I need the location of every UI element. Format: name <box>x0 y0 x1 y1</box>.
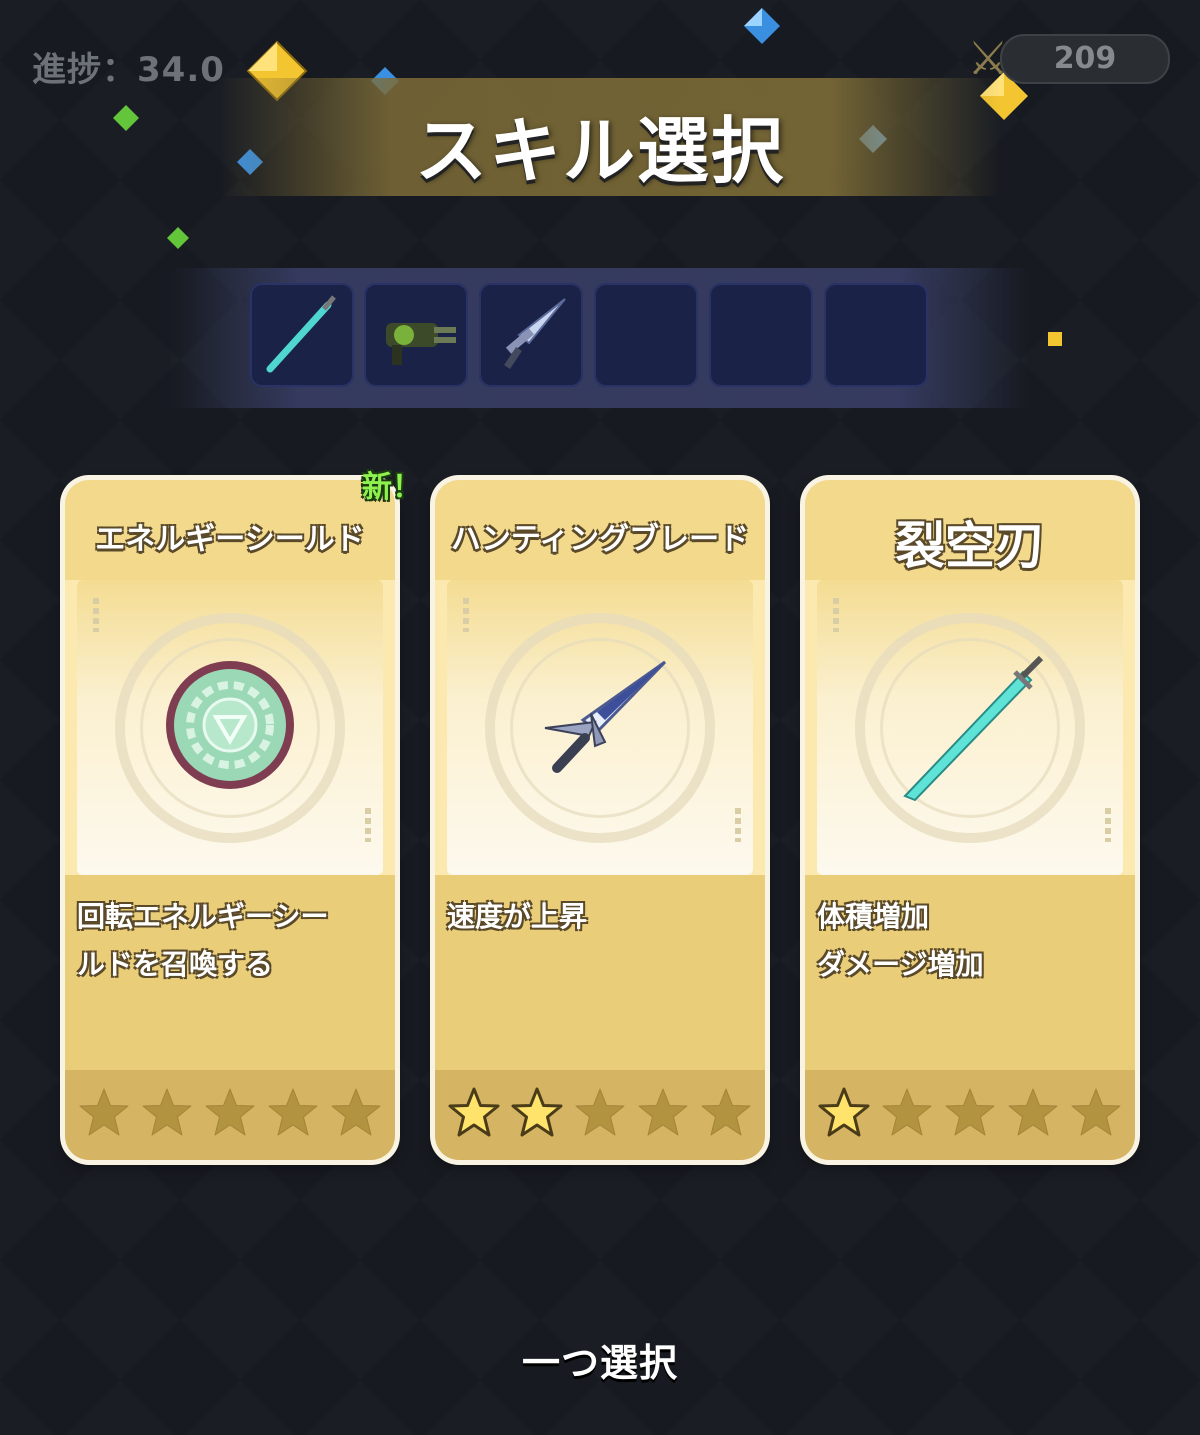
gem-decoration <box>167 227 189 249</box>
progress-label: 進捗：34.0 <box>32 50 225 90</box>
cyan-sword-icon <box>903 655 1044 802</box>
star-empty-icon <box>142 1088 192 1136</box>
description-line: ルドを召喚する <box>77 948 274 981</box>
description-line: 回転エネルギーシー <box>77 900 329 933</box>
card-art <box>817 580 1123 875</box>
skill-card-hunting-blade[interactable]: ハンティングブレード 速度が上昇 <box>435 480 765 1160</box>
star-empty-icon <box>79 1088 129 1136</box>
decor-ticks <box>1105 808 1111 842</box>
skill-slot-2 <box>364 283 468 387</box>
star-rating <box>805 1070 1135 1160</box>
skill-slot-3 <box>479 283 583 387</box>
star-rating <box>65 1070 395 1160</box>
skill-card-rift-blade[interactable]: 裂空刃 体積増加 ダメージ増加 <box>805 480 1135 1160</box>
star-filled-icon <box>818 1087 870 1137</box>
footer-instruction: 一つ選択 <box>521 1341 678 1385</box>
star-empty-icon <box>1071 1088 1121 1136</box>
card-description: 速度が上昇 <box>435 875 765 1070</box>
decor-ticks <box>735 808 741 842</box>
energy-shield-icon <box>166 661 294 789</box>
card-description: 回転エネルギーシー ルドを召喚する <box>65 875 395 1070</box>
star-empty-icon <box>331 1088 381 1136</box>
hunting-blade-icon <box>504 298 566 369</box>
star-empty-icon <box>945 1088 995 1136</box>
description-line: ダメージ増加 <box>817 948 984 981</box>
card-name: 裂空刃 <box>895 517 1045 575</box>
star-empty-icon <box>575 1088 625 1136</box>
decor-ticks <box>833 598 839 632</box>
gem-decoration <box>1048 332 1062 346</box>
gatling-gun-icon <box>386 323 456 365</box>
star-rating <box>435 1070 765 1160</box>
star-filled-icon <box>448 1087 500 1137</box>
star-empty-icon <box>638 1088 688 1136</box>
hunting-blade-icon <box>544 660 667 773</box>
card-description: 体積増加 ダメージ増加 <box>805 875 1135 1070</box>
skill-slot-6 <box>824 283 928 387</box>
card-header: ハンティングブレード <box>435 480 765 580</box>
card-header: エネルギーシールド <box>65 480 395 580</box>
skill-slot-1 <box>250 283 354 387</box>
star-empty-icon <box>268 1088 318 1136</box>
skill-card-energy-shield[interactable]: エネルギーシールド 回転エネルギーシー ルドを召喚する <box>65 480 395 1160</box>
description-line: 速度が上昇 <box>447 900 588 933</box>
cyan-sword-icon <box>266 295 336 373</box>
card-name: ハンティングブレード <box>450 522 750 557</box>
gem-decoration <box>744 8 780 44</box>
page-title: スキル選択 <box>414 109 785 193</box>
card-art <box>77 580 383 875</box>
skill-slot-4 <box>594 283 698 387</box>
skill-slot-5 <box>709 283 813 387</box>
card-art <box>447 580 753 875</box>
star-empty-icon <box>205 1088 255 1136</box>
star-empty-icon <box>1008 1088 1058 1136</box>
card-name: エネルギーシールド <box>95 522 365 557</box>
star-empty-icon <box>882 1088 932 1136</box>
star-filled-icon <box>511 1087 563 1137</box>
decor-ticks <box>365 808 371 842</box>
card-header: 裂空刃 <box>805 480 1135 580</box>
star-empty-icon <box>701 1088 751 1136</box>
decor-ticks <box>93 598 99 632</box>
decor-ticks <box>463 598 469 632</box>
description-line: 体積増加 <box>817 900 930 933</box>
kill-count: 209 <box>1000 34 1170 84</box>
new-badge: 新！ <box>362 470 422 505</box>
